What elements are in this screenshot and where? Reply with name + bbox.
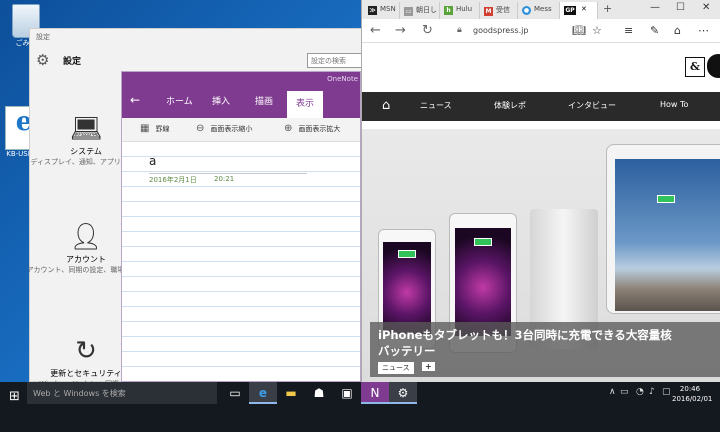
clock-date: 2016/02/01 [672, 395, 713, 403]
tray-chevron-icon[interactable]: ∧ [609, 387, 616, 397]
msn-favicon-icon: ≫ [368, 6, 377, 15]
onenote-window: OneNote ← ホーム 挿入 描画 表示 ▦ 罫線 ⊖ 画面表示縮小 ⊕ 画面表示… [121, 71, 361, 382]
close-tab-icon[interactable]: ✕ [581, 5, 587, 13]
back-arrow-icon[interactable]: ← [130, 93, 140, 107]
lock-icon: 🔒︎ [457, 25, 462, 35]
tab-home[interactable]: ホーム [166, 94, 193, 107]
back-button[interactable]: ← [370, 23, 381, 38]
edge-browser-window: ≫ MSN ▭ 朝日し h Hulu M 受信 ● Mess GP ✕ + — ☐ ✕ ← … [361, 0, 720, 382]
onenote-app-title: OneNote [327, 75, 358, 83]
browser-tab-goodspress[interactable]: GP ✕ [560, 2, 598, 19]
more-icon[interactable]: ⋯ [698, 24, 709, 37]
ruled-lines-button[interactable]: ▦ 罫線 [140, 123, 169, 134]
goodspress-favicon-icon: GP [564, 6, 576, 15]
page-time: 20:21 [214, 175, 235, 183]
notifications-icon[interactable]: ▢ [662, 387, 671, 397]
tab-draw[interactable]: 描画 [255, 94, 273, 107]
reading-view-icon[interactable]: 📖︎ [572, 24, 586, 37]
page-date: 2016年2月1日 [149, 176, 197, 184]
taskbar: ⊞ Web と Windows を検索 ▭ e ▬ ☗ ▣ N ⚙ ∧ ▭ ◔ … [0, 382, 720, 432]
category-badge[interactable]: ニュース [378, 362, 414, 374]
close-window-button[interactable]: ✕ [702, 2, 710, 13]
phone-screen [383, 242, 431, 334]
site-nav-menu: ⌂ ニュース 体験レポ インタビュー How To [362, 92, 720, 121]
browser-tab-messenger[interactable]: ● Mess [518, 2, 560, 19]
site-logo-mark [707, 54, 720, 78]
nav-experience-report[interactable]: 体験レポ [494, 100, 526, 111]
grid-icon: ▦ [140, 123, 150, 134]
favorites-star-icon[interactable]: ☆ [592, 24, 602, 37]
volume-icon[interactable]: ♪ [649, 387, 655, 397]
page-favicon-icon: ▭ [404, 7, 413, 16]
browser-tab-bar: ≫ MSN ▭ 朝日し h Hulu M 受信 ● Mess GP ✕ + — ☐ ✕ [362, 0, 720, 19]
battery-icon [398, 250, 416, 258]
taskbar-search-input[interactable]: Web と Windows を検索 [27, 382, 217, 404]
refresh-button[interactable]: ↻ [422, 23, 433, 38]
zoom-out-button[interactable]: ⊖ 画面表示縮小 [196, 123, 252, 134]
minimize-button[interactable]: — [650, 2, 660, 13]
address-bar: ← → ↻ 🔒︎ goodspress.jp 📖︎ ☆ ≡ ✎ ⌂ ⋯ [362, 19, 720, 43]
battery-icon [657, 195, 675, 203]
file-explorer-icon[interactable]: ▬ [277, 382, 305, 404]
ruled-lines-label: 罫線 [155, 125, 170, 133]
windows-start-icon[interactable]: ⊞ [9, 389, 20, 404]
task-view-icon[interactable]: ▭ [221, 382, 249, 404]
onenote-ribbon: ▦ 罫線 ⊖ 画面表示縮小 ⊕ 画面表示拡大 [122, 118, 360, 142]
web-page: & ⌂ ニュース 体験レポ インタビュー How To iPhoneもタブレット… [362, 43, 720, 382]
home-icon[interactable]: ⌂ [382, 98, 390, 113]
page-title[interactable]: a [149, 154, 156, 168]
onenote-taskbar-icon[interactable]: N [361, 382, 389, 404]
article-headline[interactable]: iPhoneもタブレットも！3台同時に充電できる大容量核 バッテリー [378, 327, 672, 359]
forward-button[interactable]: → [395, 23, 406, 38]
share-icon[interactable]: ⌂ [674, 24, 681, 37]
zoom-out-icon: ⊖ [196, 123, 205, 134]
hero-image[interactable]: iPhoneもタブレットも！3台同時に充電できる大容量核 バッテリー ニュース … [362, 129, 720, 382]
zoom-in-icon: ⊕ [284, 123, 293, 134]
edge-taskbar-icon[interactable]: e [249, 382, 277, 404]
settings-heading: 設定 [63, 57, 82, 67]
zoom-in-button[interactable]: ⊕ 画面表示拡大 [284, 123, 340, 134]
new-tab-button[interactable]: + [603, 2, 612, 15]
store-app-icon[interactable]: ▣ [333, 382, 361, 404]
browser-tab-asahi[interactable]: ▭ 朝日し [400, 2, 440, 19]
hub-icon[interactable]: ≡ [624, 24, 633, 37]
hero-caption: iPhoneもタブレットも！3台同時に充電できる大容量核 バッテリー ニュース … [370, 322, 720, 377]
battery-tray-icon[interactable]: ▭ [620, 387, 629, 397]
zoom-out-label: 画面表示縮小 [210, 125, 253, 133]
nav-how-to[interactable]: How To [660, 100, 688, 109]
gmail-favicon-icon: M [484, 7, 493, 16]
battery-icon [474, 238, 492, 246]
network-icon[interactable]: ◔ [636, 387, 644, 397]
tablet-image [606, 144, 720, 314]
tablet-screen [615, 159, 720, 311]
nav-news[interactable]: ニュース [420, 100, 452, 111]
browser-tab-hulu[interactable]: h Hulu [440, 2, 480, 19]
plus-badge[interactable]: + [422, 362, 435, 371]
phone-screen [455, 228, 511, 336]
settings-taskbar-icon[interactable]: ⚙ [389, 382, 417, 404]
people-app-icon[interactable]: ☗ [305, 382, 333, 404]
nav-interview[interactable]: インタビュー [568, 100, 616, 111]
onenote-header: OneNote ← ホーム 挿入 描画 表示 [122, 72, 360, 118]
web-note-icon[interactable]: ✎ [650, 24, 659, 37]
system-clock[interactable]: 20:46 2016/02/01 [672, 384, 713, 404]
hulu-favicon-icon: h [444, 6, 453, 15]
settings-window-title: 設定 [36, 33, 50, 41]
url-field[interactable]: goodspress.jp [473, 26, 528, 35]
maximize-button[interactable]: ☐ [676, 2, 685, 13]
site-logo[interactable]: & [685, 57, 705, 77]
tab-insert[interactable]: 挿入 [212, 94, 230, 107]
browser-tab-msn[interactable]: ≫ MSN [364, 2, 400, 19]
tab-view[interactable]: 表示 [287, 91, 324, 118]
zoom-in-label: 画面表示拡大 [298, 125, 341, 133]
title-underline [149, 173, 307, 174]
messenger-favicon-icon: ● [522, 6, 531, 15]
gear-icon: ⚙ [36, 51, 50, 69]
clock-time: 20:46 [679, 385, 701, 393]
browser-tab-gmail[interactable]: M 受信 [480, 2, 518, 19]
